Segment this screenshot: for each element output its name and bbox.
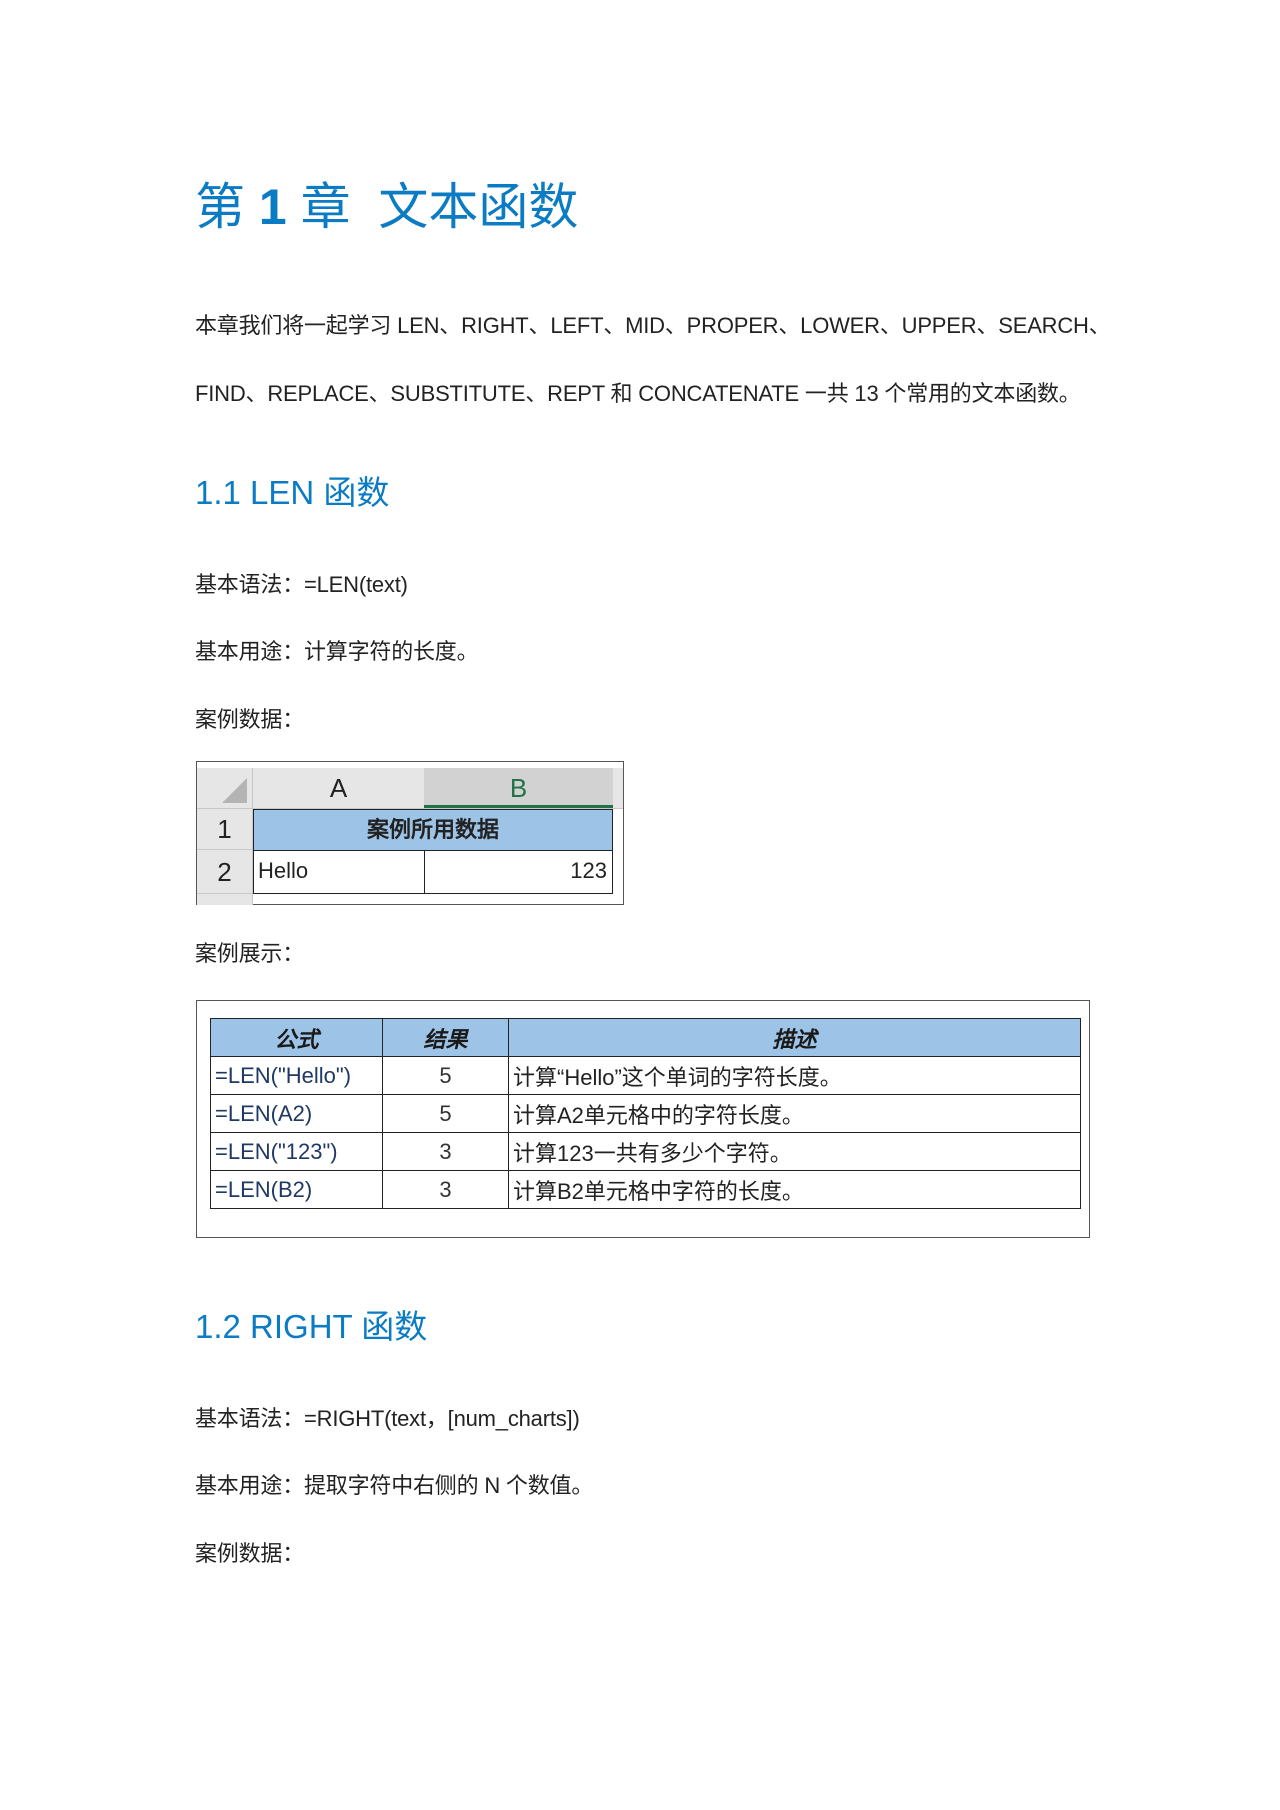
section-heading-len: 1.1 LEN 函数	[195, 474, 390, 511]
formula-cell: =LEN("123")	[210, 1132, 383, 1171]
sample-data-sheet: A B 1 2 案例所用数据 Hello 123	[196, 761, 624, 905]
len-demo-label: 案例展示：	[195, 941, 305, 966]
description-cell: 计算A2单元格中的字符长度。	[508, 1094, 1081, 1133]
cell-b2: 123	[424, 850, 613, 894]
description-cell: 计算B2单元格中字符的长度。	[508, 1170, 1081, 1209]
formula-cell: =LEN(B2)	[210, 1170, 383, 1209]
chapter-title-prefix: 第	[195, 179, 245, 235]
cell-a2: Hello	[253, 850, 425, 894]
row-number-stub	[197, 894, 253, 905]
len-syntax: 基本语法：=LEN(text)	[195, 572, 408, 597]
intro-line-2: FIND、REPLACE、SUBSTITUTE、REPT 和 CONCATENA…	[195, 381, 1081, 406]
chapter-number: 1	[258, 179, 287, 235]
intro-line-1: 本章我们将一起学习 LEN、RIGHT、LEFT、MID、PROPER、LOWE…	[195, 313, 1111, 338]
chapter-title-suffix: 章 文本函数	[300, 179, 579, 235]
right-data-label: 案例数据：	[195, 1541, 305, 1566]
len-usage: 基本用途：计算字符的长度。	[195, 639, 479, 664]
chapter-title: 第 1 章 文本函数	[195, 176, 578, 238]
header-result: 结果	[382, 1018, 509, 1057]
section-heading-right: 1.2 RIGHT 函数	[195, 1308, 428, 1345]
table-row: =LEN(A2) 5 计算A2单元格中的字符长度。	[210, 1094, 1081, 1133]
description-cell: 计算123一共有多少个字符。	[508, 1132, 1081, 1171]
table-row: =LEN("123") 3 计算123一共有多少个字符。	[210, 1132, 1081, 1171]
formula-cell: =LEN(A2)	[210, 1094, 383, 1133]
header-description: 描述	[508, 1018, 1081, 1057]
result-cell: 5	[382, 1094, 509, 1133]
result-cell: 5	[382, 1056, 509, 1095]
row-number-1: 1	[197, 809, 253, 850]
merged-header-cell: 案例所用数据	[253, 809, 613, 851]
select-all-corner	[197, 768, 253, 808]
description-cell: 计算“Hello”这个单词的字符长度。	[508, 1056, 1081, 1095]
column-header-a: A	[329, 773, 348, 803]
len-data-label: 案例数据：	[195, 707, 305, 732]
table-row: =LEN("Hello") 5 计算“Hello”这个单词的字符长度。	[210, 1056, 1081, 1095]
right-usage: 基本用途：提取字符中右侧的 N 个数值。	[195, 1473, 594, 1498]
right-syntax: 基本语法：=RIGHT(text，[num_charts])	[195, 1406, 580, 1431]
formula-cell: =LEN("Hello")	[210, 1056, 383, 1095]
column-header-bar: A B	[197, 768, 623, 809]
example-table: 公式 结果 描述 =LEN("Hello") 5 计算“Hello”这个单词的字…	[210, 1018, 1081, 1209]
result-cell: 3	[382, 1132, 509, 1171]
result-cell: 3	[382, 1170, 509, 1209]
column-header-b: B	[424, 768, 613, 808]
header-formula: 公式	[210, 1018, 383, 1057]
row-number-2: 2	[197, 850, 253, 894]
example-table-frame: 公式 结果 描述 =LEN("Hello") 5 计算“Hello”这个单词的字…	[196, 1000, 1090, 1238]
select-all-triangle-icon	[222, 778, 247, 803]
example-table-header-row: 公式 结果 描述	[210, 1018, 1081, 1057]
table-row: =LEN(B2) 3 计算B2单元格中字符的长度。	[210, 1170, 1081, 1209]
